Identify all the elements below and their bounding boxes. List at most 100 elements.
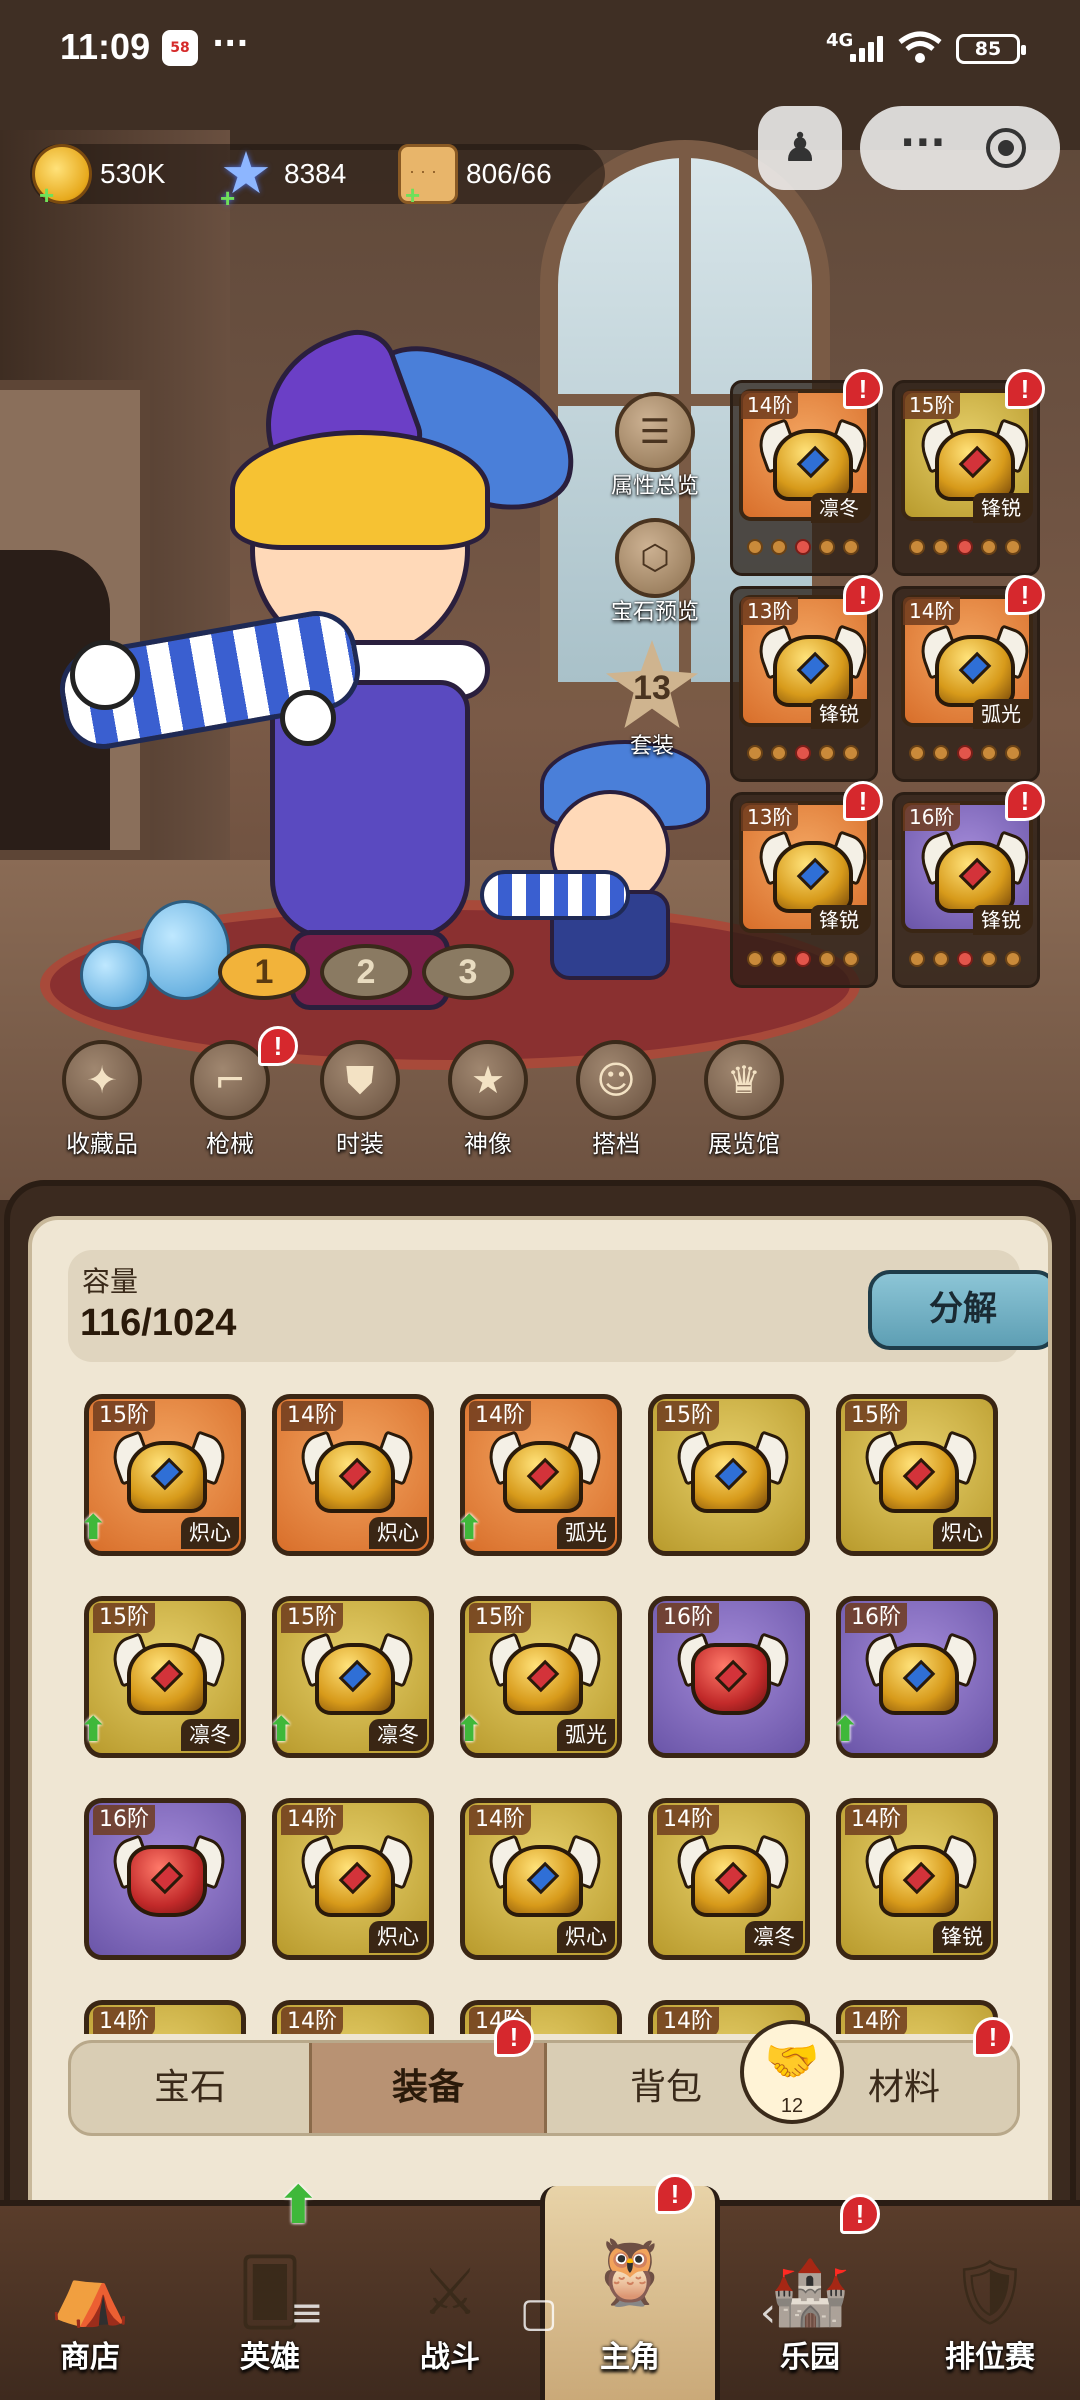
- nav-park[interactable]: 🏰 ! 乐园: [720, 2194, 900, 2400]
- add-stamina-icon[interactable]: +: [405, 182, 420, 208]
- statue-button[interactable]: ★ 神像: [418, 1040, 558, 1159]
- inventory-item[interactable]: 14阶 炽心: [460, 1798, 622, 1960]
- gem-preview-button[interactable]: ⬡ 宝石预览: [580, 518, 730, 626]
- armor-icon: [858, 1834, 984, 1935]
- inventory-item[interactable]: 14阶: [84, 2000, 246, 2034]
- equip-slot[interactable]: 15阶+锋锐!: [892, 369, 1045, 576]
- upgrade-arrow-icon: ⬆: [84, 1511, 115, 1549]
- wifi-icon: [898, 31, 942, 63]
- tier-label: 13阶: [741, 597, 799, 625]
- handshake-icon[interactable]: 🤝 12: [740, 2020, 844, 2124]
- capacity-label: 容量: [82, 1265, 139, 1298]
- inventory-item[interactable]: 15阶炽心: [836, 1394, 998, 1556]
- costume-button[interactable]: ⛊ 时装: [290, 1040, 430, 1159]
- inventory-tabs: 宝石 装备 ! 背包 材料 !: [68, 2017, 1020, 2136]
- system-home-icon[interactable]: ▢: [520, 2290, 558, 2336]
- loadout-page-3[interactable]: 3: [422, 944, 514, 1000]
- system-back-icon[interactable]: ‹: [760, 2290, 776, 2336]
- inventory-item[interactable]: 14阶炽心: [272, 1798, 434, 1960]
- armor-icon: [294, 1834, 420, 1935]
- armor-icon: [106, 1430, 232, 1531]
- tab-materials-label: 材料: [867, 2067, 940, 2108]
- tier-label: 14阶: [903, 597, 961, 625]
- nav-battle[interactable]: ⚔ 战斗: [360, 2206, 540, 2400]
- inventory-grid[interactable]: 15阶炽心⬆14阶炽心14阶弧光⬆15阶15阶炽心15阶凛冬⬆15阶凛冬⬆15阶…: [84, 1394, 1024, 2034]
- tier-label: 15阶: [903, 391, 961, 419]
- tier-label: 14阶: [657, 2007, 719, 2034]
- blue-eggs: [80, 890, 230, 1010]
- armor-icon: [670, 1430, 796, 1531]
- set-tag: 炽心: [369, 1921, 427, 1953]
- alert-icon: !: [1005, 781, 1045, 821]
- inventory-item[interactable]: 15阶炽心 ⬆: [84, 1394, 246, 1556]
- inventory-item[interactable]: 16阶: [648, 1596, 810, 1758]
- loadout-page-2[interactable]: 2: [320, 944, 412, 1000]
- coin-counter[interactable]: + 530K: [32, 144, 166, 208]
- gun-button[interactable]: ⌐ 枪械 !: [160, 1026, 300, 1159]
- star-pips: [747, 539, 859, 555]
- nav-ranked[interactable]: 🛡 排位赛: [900, 2206, 1080, 2400]
- inventory-item[interactable]: 14阶 锋锐: [836, 1798, 998, 1960]
- equip-slot[interactable]: 13阶+锋锐!: [730, 781, 883, 988]
- attribute-overview-button[interactable]: ☰ 属性总览: [580, 392, 730, 500]
- set-bonus-button[interactable]: 13 套装: [602, 640, 702, 760]
- equip-slot[interactable]: 16阶+锋锐!: [892, 781, 1045, 988]
- tab-equipment[interactable]: 装备 !: [309, 2017, 547, 2133]
- inventory-item[interactable]: 14阶: [272, 2000, 434, 2034]
- profile-icon[interactable]: ♟: [758, 106, 842, 190]
- inventory-item[interactable]: 16阶 ⬆: [831, 1596, 998, 1758]
- equip-slot[interactable]: 13阶+锋锐!: [730, 575, 883, 782]
- set-tag: 弧光: [557, 1517, 615, 1549]
- star-amount: 8384: [284, 158, 347, 189]
- more-icon[interactable]: ···: [900, 120, 946, 166]
- system-menu-icon[interactable]: ≡: [290, 2290, 324, 2336]
- armor-icon: [670, 1632, 796, 1733]
- inventory-item[interactable]: 14阶: [460, 2000, 622, 2034]
- inventory-item[interactable]: 14阶 弧光 ⬆: [455, 1394, 622, 1556]
- equip-slot[interactable]: 14阶+凛冬!: [730, 369, 883, 576]
- coin-amount: 530K: [100, 158, 166, 189]
- inventory-item[interactable]: 16阶: [84, 1798, 246, 1960]
- loadout-page-1[interactable]: 1: [218, 944, 310, 1000]
- costume-icon: ⛊: [320, 1040, 400, 1120]
- set-tag: 锋锐: [973, 905, 1029, 935]
- nav-shop[interactable]: ⛺ 商店: [0, 2206, 180, 2400]
- tier-label: 16阶: [93, 1805, 155, 1835]
- inventory-item[interactable]: 14阶 凛冬: [648, 1798, 810, 1960]
- tier-label: 14阶: [845, 1805, 907, 1835]
- decompose-button[interactable]: 分解: [868, 1270, 1048, 1350]
- inventory-item[interactable]: 15阶 弧光 ⬆: [455, 1596, 622, 1758]
- add-coin-icon[interactable]: +: [39, 182, 54, 208]
- nav-heroes[interactable]: 🂠 ⬆ 英雄: [180, 2176, 360, 2400]
- tab-gems[interactable]: 宝石: [71, 2043, 309, 2133]
- add-star-icon[interactable]: +: [220, 185, 235, 211]
- capacity-bar: 容量 116/1024 分解: [68, 1250, 1048, 1362]
- alert-icon: !: [655, 2174, 695, 2214]
- capacity-value: 116/1024: [80, 1302, 237, 1344]
- inventory-item[interactable]: 14阶 炽心: [272, 1394, 434, 1556]
- star-counter[interactable]: ★ + 8384: [216, 144, 347, 212]
- battery-icon: 85: [956, 34, 1026, 64]
- gallery-button[interactable]: ♛ 展览馆: [674, 1040, 814, 1159]
- tier-label: 14阶: [281, 1805, 343, 1835]
- close-target-icon[interactable]: [986, 128, 1026, 168]
- tab-equipment-label: 装备: [391, 2067, 464, 2108]
- armor-icon: [482, 1632, 608, 1733]
- collection-button[interactable]: ✦ 收藏品: [32, 1040, 172, 1159]
- stamina-counter[interactable]: + 806/66: [398, 144, 552, 208]
- set-tag: 弧光: [557, 1719, 615, 1751]
- set-tag: 锋锐: [811, 905, 867, 935]
- set-tag: 炽心: [557, 1921, 615, 1953]
- set-tag: 炽心: [933, 1517, 991, 1549]
- equip-slot[interactable]: 14阶+弧光!: [892, 575, 1045, 782]
- nav-protagonist[interactable]: 🦉 ! 主角: [540, 2174, 720, 2400]
- inventory-item[interactable]: 15阶凛冬 ⬆: [84, 1596, 246, 1758]
- inventory-item[interactable]: 15阶: [648, 1394, 810, 1556]
- partner-button[interactable]: ☺ 搭档: [546, 1040, 686, 1159]
- alert-icon: !: [1005, 369, 1045, 409]
- status-bar: 11:09 58 ··· 4G 85: [0, 0, 1080, 100]
- tier-label: 15阶: [845, 1401, 907, 1431]
- tier-label: 15阶: [469, 1603, 531, 1633]
- tier-label: 16阶: [903, 803, 961, 831]
- inventory-item[interactable]: 15阶凛冬 ⬆: [267, 1596, 434, 1758]
